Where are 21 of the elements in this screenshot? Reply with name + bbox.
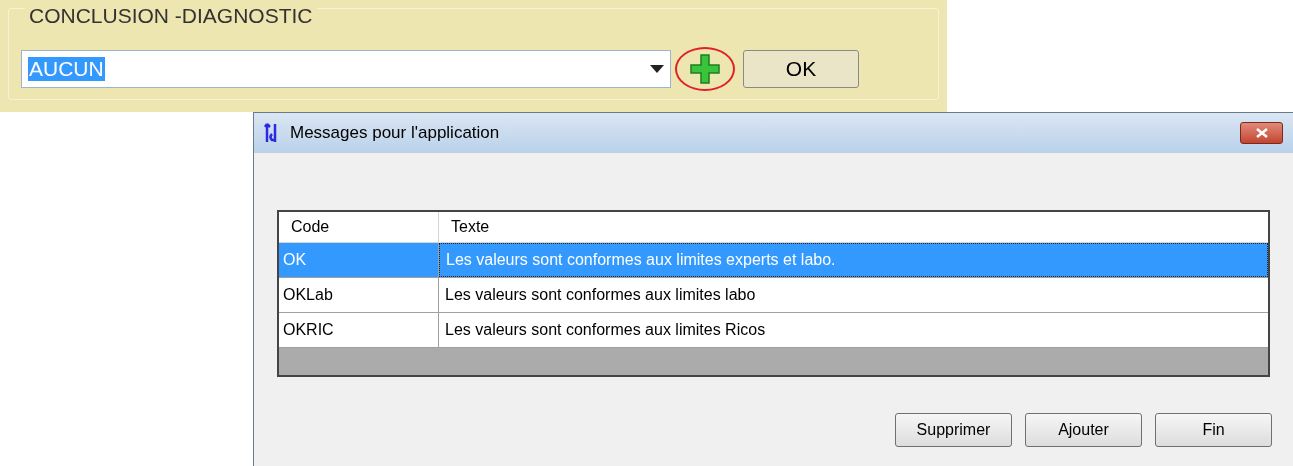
ok-button[interactable]: OK [743,50,859,88]
close-button[interactable] [1240,122,1283,144]
column-header[interactable]: Code [279,212,439,242]
code-cell: OKLab [279,278,439,312]
plus-icon [689,53,721,85]
code-cell: OK [279,243,439,277]
dialog-button[interactable]: Supprimer [895,413,1012,447]
column-header[interactable]: Texte [439,212,1268,242]
dropdown-caret-icon[interactable] [650,65,664,73]
combo-value: AUCUN [28,57,105,81]
table-row[interactable]: OKRIC Les valeurs sont conformes aux limites Ricos [279,313,1268,348]
window-title: Messages pour l'application [290,122,501,145]
text-cell-text: Les valeurs sont conformes aux limites labo [444,285,757,305]
text-cell-text: Les valeurs sont conformes aux limites Ricos [444,320,767,340]
dialog-button[interactable]: Fin [1155,413,1272,447]
close-icon [1255,128,1268,138]
dialog-button[interactable]: Ajouter [1025,413,1142,447]
text-cell: Les valeurs sont conformes aux limites experts et labo. [439,243,1268,277]
table-row[interactable]: OKLab Les valeurs sont conformes aux limites labo [279,278,1268,313]
add-button[interactable] [675,47,735,91]
code-cell: OKRIC [279,313,439,347]
